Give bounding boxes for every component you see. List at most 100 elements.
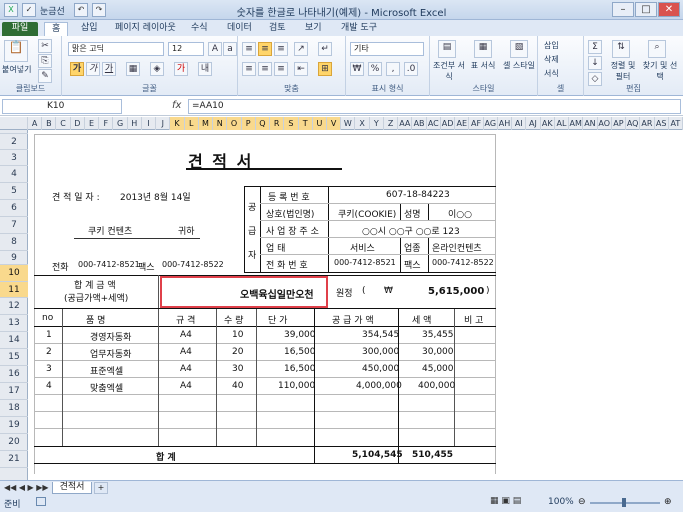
column-header-X[interactable]: X — [356, 117, 370, 130]
cell-style-icon[interactable]: ▧ — [510, 40, 528, 58]
tab-file[interactable]: 파일 — [2, 22, 38, 36]
column-header-I[interactable]: I — [142, 117, 157, 130]
tab-formulas[interactable]: 수식 — [184, 22, 215, 36]
paste-label[interactable]: 붙여넣기 — [2, 64, 31, 75]
column-header-E[interactable]: E — [85, 117, 100, 130]
currency-icon[interactable]: ₩ — [350, 62, 364, 76]
conditional-format-icon[interactable]: ▤ — [438, 40, 456, 58]
cut-icon[interactable]: ✂ — [38, 39, 52, 53]
zoom-thumb[interactable] — [622, 498, 626, 507]
sort-filter-label[interactable]: 정렬 및 필터 — [606, 60, 640, 82]
column-header-AC[interactable]: AC — [427, 117, 441, 130]
paste-icon[interactable]: 📋 — [4, 40, 28, 62]
column-header-AA[interactable]: AA — [398, 117, 413, 130]
zoom-out-icon[interactable]: ⊖ — [578, 497, 586, 507]
column-header-A[interactable]: A — [28, 117, 43, 130]
column-header-G[interactable]: G — [113, 117, 128, 130]
row-header-7[interactable]: 7 — [0, 217, 28, 234]
find-select-icon[interactable]: ⌕ — [648, 40, 666, 58]
fx-icon[interactable]: fx — [172, 100, 181, 111]
column-header-K[interactable]: K — [170, 117, 185, 130]
fill-icon[interactable]: ↓ — [588, 56, 602, 70]
align-right-icon[interactable]: ≡ — [274, 62, 288, 76]
formula-input[interactable]: =AA10 — [188, 99, 681, 114]
column-header-Y[interactable]: Y — [370, 117, 384, 130]
column-header-AD[interactable]: AD — [441, 117, 456, 130]
tab-home[interactable]: 홈 — [44, 22, 69, 36]
phonetic-icon[interactable]: 내 — [198, 62, 212, 76]
minimize-button[interactable]: – — [612, 2, 634, 17]
column-header-M[interactable]: M — [198, 117, 214, 130]
row-header-16[interactable]: 16 — [0, 366, 28, 383]
find-select-label[interactable]: 찾기 및 선택 — [642, 60, 678, 82]
decrease-indent-icon[interactable]: ⇤ — [294, 62, 308, 76]
format-painter-icon[interactable]: ✎ — [38, 69, 52, 83]
font-color-icon[interactable]: 가 — [174, 62, 188, 76]
decimal-icon[interactable]: .0 — [404, 62, 418, 76]
tab-view[interactable]: 보기 — [298, 22, 329, 36]
tab-page-layout[interactable]: 페이지 레이아웃 — [108, 22, 183, 36]
copy-icon[interactable]: ⎘ — [38, 54, 52, 68]
format-cells-button[interactable]: 서식 — [544, 68, 559, 79]
column-header-AE[interactable]: AE — [455, 117, 470, 130]
autosum-icon[interactable]: Σ — [588, 40, 602, 54]
macro-record-icon[interactable] — [36, 497, 46, 506]
column-header-O[interactable]: O — [227, 117, 242, 130]
column-header-AQ[interactable]: AQ — [626, 117, 641, 130]
column-header-P[interactable]: P — [241, 117, 256, 130]
tab-insert[interactable]: 삽입 — [74, 22, 105, 36]
row-header-3[interactable]: 3 — [0, 150, 28, 166]
tab-data[interactable]: 데이터 — [220, 22, 259, 36]
row-header-14[interactable]: 14 — [0, 332, 28, 349]
column-header-L[interactable]: L — [184, 117, 199, 130]
row-header-12[interactable]: 12 — [0, 298, 28, 315]
grow-font-icon[interactable]: A — [208, 42, 222, 56]
worksheet[interactable]: 견 적 서 견 적 일 자 : 2013년 8월 14일 쿠키 컨텐츠 귀하 전… — [28, 130, 683, 480]
column-header-U[interactable]: U — [312, 117, 328, 130]
row-header-13[interactable]: 13 — [0, 315, 28, 332]
tab-developer[interactable]: 개발 도구 — [334, 22, 384, 36]
select-all-corner[interactable] — [0, 117, 28, 130]
column-header-AL[interactable]: AL — [555, 117, 570, 130]
column-header-S[interactable]: S — [284, 117, 299, 130]
row-header-11[interactable]: 11 — [0, 282, 28, 298]
zoom-level[interactable]: 100% — [548, 497, 574, 507]
zoom-in-icon[interactable]: ⊕ — [664, 497, 672, 507]
underline-icon[interactable]: 가 — [102, 62, 116, 76]
column-header-T[interactable]: T — [298, 117, 313, 130]
row-header-20[interactable]: 20 — [0, 434, 28, 451]
row-header-4[interactable]: 4 — [0, 166, 28, 183]
border-icon[interactable]: ▦ — [126, 62, 140, 76]
row-header-18[interactable]: 18 — [0, 400, 28, 417]
column-header-AK[interactable]: AK — [541, 117, 555, 130]
column-header-W[interactable]: W — [341, 117, 356, 130]
column-header-D[interactable]: D — [71, 117, 85, 130]
wrap-text-icon[interactable]: ↵ — [318, 42, 332, 56]
fill-color-icon[interactable]: ◈ — [150, 62, 164, 76]
align-left-icon[interactable]: ≡ — [242, 62, 256, 76]
row-header-2[interactable]: 2 — [0, 134, 28, 150]
italic-icon[interactable]: 가 — [86, 62, 100, 76]
shrink-font-icon[interactable]: a — [223, 42, 237, 56]
percent-icon[interactable]: % — [368, 62, 382, 76]
row-header-5[interactable]: 5 — [0, 183, 28, 200]
row-header-19[interactable]: 19 — [0, 417, 28, 434]
column-header-AI[interactable]: AI — [512, 117, 527, 130]
column-header-AG[interactable]: AG — [484, 117, 498, 130]
column-header-AT[interactable]: AT — [669, 117, 683, 130]
column-header-B[interactable]: B — [42, 117, 57, 130]
row-header-8[interactable]: 8 — [0, 234, 28, 251]
table-format-label[interactable]: 표 서식 — [468, 60, 498, 71]
orientation-icon[interactable]: ↗ — [294, 42, 308, 56]
close-button[interactable]: ✕ — [658, 2, 680, 17]
column-header-AM[interactable]: AM — [569, 117, 584, 130]
column-header-Q[interactable]: Q — [255, 117, 271, 130]
sheet-nav-icons[interactable]: ◀◀ ◀ ▶ ▶▶ — [4, 483, 49, 492]
row-header-21[interactable]: 21 — [0, 451, 28, 468]
sheet-tab-estimate[interactable]: 견적서 — [52, 482, 92, 494]
column-header-AO[interactable]: AO — [598, 117, 612, 130]
new-sheet-icon[interactable]: + — [94, 482, 108, 494]
column-header-AR[interactable]: AR — [640, 117, 655, 130]
merge-center-icon[interactable]: ⊞ — [318, 62, 332, 76]
align-bottom-icon[interactable]: ≡ — [274, 42, 288, 56]
